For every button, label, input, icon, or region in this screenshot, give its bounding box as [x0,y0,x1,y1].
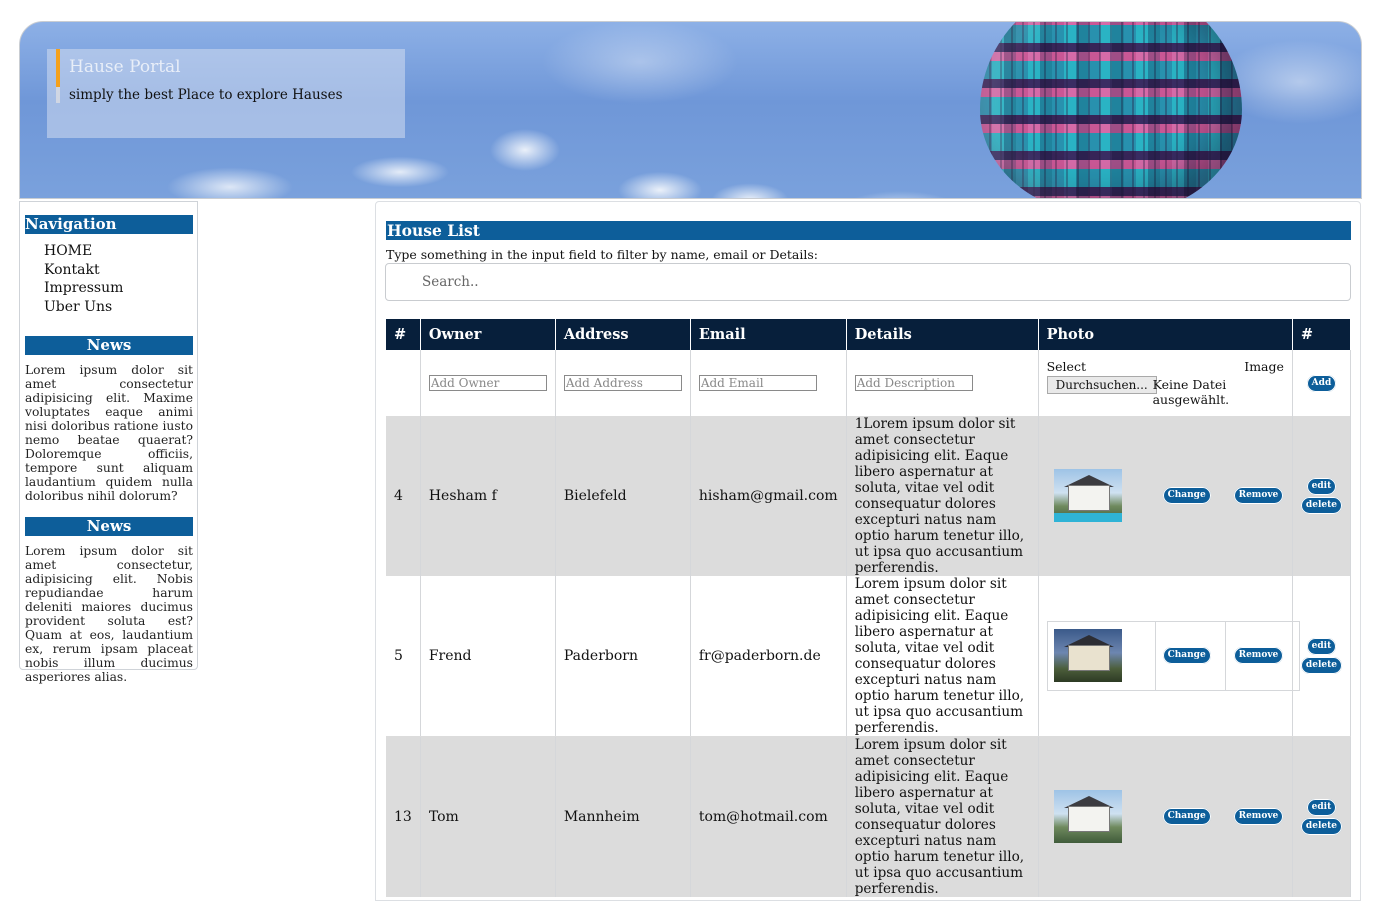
row-actions-cell: edit delete [1292,736,1352,897]
add-button[interactable]: Add [1306,374,1337,392]
row-details: 1Lorem ipsum dolor sit amet consectetur … [846,416,1039,576]
column-header-owner: Owner [420,319,556,350]
add-row-owner-cell [420,350,556,416]
row-details: Lorem ipsum dolor sit amet consectetur a… [846,736,1039,897]
add-row-action-cell: Add [1292,350,1352,416]
remove-photo-button[interactable]: Remove [1233,808,1284,825]
column-header-photo: Photo [1038,319,1293,350]
news-text-1: Lorem ipsum dolor sit amet consectetur a… [25,363,193,503]
edit-button[interactable]: edit [1306,478,1337,495]
nav-item-kontakt[interactable]: Kontakt [44,261,123,280]
column-header-details: Details [846,319,1039,350]
navigation-heading: Navigation [25,215,193,234]
add-row-address-cell [555,350,691,416]
remove-photo-button[interactable]: Remove [1233,647,1284,664]
row-id: 13 [386,736,421,897]
house-photo [1053,469,1122,522]
hot-air-balloon-image [980,22,1242,198]
house-list-heading: House List [386,221,1351,240]
delete-button[interactable]: delete [1300,657,1342,674]
slogan-accent-bar [56,87,60,103]
row-email: tom@hotmail.com [690,736,847,897]
row-address: Paderborn [555,576,691,737]
table-row: 13 Tom Mannheim tom@hotmail.com Lorem ip… [386,736,1352,897]
column-header-email: Email [690,319,847,350]
row-email: hisham@gmail.com [690,416,847,576]
change-photo-button[interactable]: Change [1162,647,1211,664]
row-id: 5 [386,576,421,737]
add-house-row: Select Image Durchsuchen... Keine Datei … [386,350,1352,416]
row-email: fr@paderborn.de [690,576,847,737]
row-actions-cell: edit delete [1292,576,1352,737]
table-row: 5 Frend Paderborn fr@paderborn.de Lorem … [386,576,1352,737]
main-panel: House List Type something in the input f… [375,201,1361,901]
nav-item-home[interactable]: HOME [44,242,123,261]
row-actions-cell: edit delete [1292,416,1352,576]
add-email-input[interactable] [698,375,817,391]
sidebar: Navigation HOME Kontakt Impressum Uber U… [19,201,198,684]
nav-item-impressum[interactable]: Impressum [44,279,123,298]
nav-list: HOME Kontakt Impressum Uber Uns [44,242,123,316]
nav-item-uber-uns[interactable]: Uber Uns [44,298,123,317]
edit-button[interactable]: edit [1306,638,1337,655]
add-row-details-cell [846,350,1039,416]
add-address-input[interactable] [563,375,682,391]
image-upload: Select Image Durchsuchen... Keine Datei … [1046,359,1284,407]
house-photo [1053,629,1122,682]
table-row: 4 Hesham f Bielefeld hisham@gmail.com 1L… [386,416,1352,576]
browse-file-button[interactable]: Durchsuchen... [1046,376,1157,394]
change-photo-button[interactable]: Change [1162,487,1211,504]
change-photo-button[interactable]: Change [1162,808,1211,825]
site-slogan: simply the best Place to explore Hauses [69,87,343,103]
site-title: Hause Portal [69,57,181,77]
news-text-2: Lorem ipsum dolor sit amet consectetur, … [25,544,193,684]
row-address: Bielefeld [555,416,691,576]
house-table: # Owner Address Email Details Photo # Se… [386,319,1352,897]
row-photo-cell: Change Remove [1038,576,1300,737]
column-header-actions: # [1292,319,1352,350]
image-label: Image [1244,359,1284,374]
no-file-label: Keine Datei ausgewählt. [1152,377,1230,407]
delete-button[interactable]: delete [1300,497,1342,514]
column-header-id: # [386,319,421,350]
add-row-photo-cell: Select Image Durchsuchen... Keine Datei … [1038,350,1293,416]
row-address: Mannheim [555,736,691,897]
row-photo-cell: Change Remove [1038,736,1293,897]
add-owner-input[interactable] [428,375,547,391]
news-heading-1: News [25,336,193,355]
house-photo [1053,790,1122,843]
site-title-box: Hause Portal simply the best Place to ex… [47,49,405,138]
remove-photo-button[interactable]: Remove [1233,487,1284,504]
edit-button[interactable]: edit [1306,799,1337,816]
add-description-input[interactable] [854,375,973,391]
search-input[interactable] [385,263,1351,301]
row-id: 4 [386,416,421,576]
filter-hint: Type something in the input field to fil… [386,247,818,262]
select-label: Select [1046,359,1086,374]
row-owner: Frend [420,576,556,737]
news-heading-2: News [25,517,193,536]
row-owner: Tom [420,736,556,897]
column-header-address: Address [555,319,691,350]
row-details: Lorem ipsum dolor sit amet consectetur a… [846,576,1039,737]
row-owner: Hesham f [420,416,556,576]
add-row-email-cell [690,350,847,416]
table-header-row: # Owner Address Email Details Photo # [386,319,1352,350]
title-accent-bar [56,49,60,87]
header-banner: Hause Portal simply the best Place to ex… [19,21,1362,199]
row-photo-cell: Change Remove [1038,416,1293,576]
add-row-id-cell [386,350,421,416]
delete-button[interactable]: delete [1300,818,1342,835]
